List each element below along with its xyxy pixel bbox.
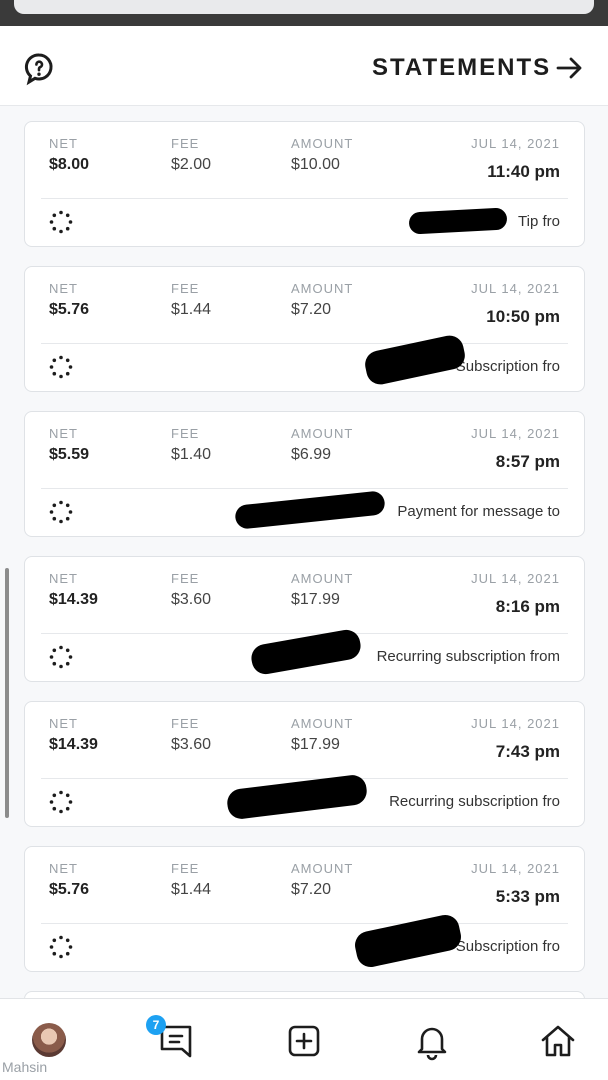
amount-label: AMOUNT (291, 426, 354, 441)
divider (41, 923, 568, 924)
fee-label: FEE (171, 136, 200, 151)
loading-spinner-icon (49, 790, 73, 814)
messages-badge: 7 (146, 1015, 166, 1035)
statement-date: JUL 14, 2021 (471, 136, 560, 151)
loading-spinner-icon (49, 355, 73, 379)
fee-label: FEE (171, 426, 200, 441)
net-label: NET (49, 571, 78, 586)
statement-time: 8:57 pm (495, 452, 560, 471)
loading-spinner-icon (49, 500, 73, 524)
statement-card[interactable]: NET FEE AMOUNT JUL 14, 2021 $5.59 $1.40 … (24, 411, 585, 537)
statement-time: 10:50 pm (486, 307, 560, 326)
net-label: NET (49, 426, 78, 441)
header: STATEMENTS (0, 26, 608, 106)
statement-description: Payment for message to (397, 503, 560, 520)
redaction-mark (362, 332, 468, 388)
statement-card[interactable] (24, 991, 585, 998)
amount-label: AMOUNT (291, 571, 354, 586)
net-label: NET (49, 281, 78, 296)
bell-icon[interactable] (410, 1019, 454, 1063)
redaction-mark (249, 627, 363, 677)
statement-card[interactable]: NET FEE AMOUNT JUL 14, 2021 $14.39 $3.60… (24, 556, 585, 682)
divider (41, 343, 568, 344)
redaction-mark (352, 912, 464, 970)
amount-label: AMOUNT (291, 861, 354, 876)
statement-date: JUL 14, 2021 (471, 861, 560, 876)
fee-label: FEE (171, 281, 200, 296)
net-value: $5.59 (49, 446, 90, 463)
statement-description: Recurring subscription from (376, 648, 560, 665)
fee-value: $1.44 (171, 301, 212, 318)
statement-description: Subscription fro (455, 938, 560, 955)
top-frame (0, 0, 608, 26)
statement-card[interactable]: NET FEE AMOUNT JUL 14, 2021 $5.76 $1.44 … (24, 846, 585, 972)
scrollbar[interactable] (5, 568, 9, 818)
redaction-mark (234, 490, 386, 530)
fee-value: $1.40 (171, 446, 212, 463)
redaction-mark (225, 773, 369, 821)
statement-card[interactable]: NET FEE AMOUNT JUL 14, 2021 $5.76 $1.44 … (24, 266, 585, 392)
net-value: $14.39 (49, 736, 98, 753)
amount-value: $17.99 (291, 736, 340, 753)
net-label: NET (49, 716, 78, 731)
statement-time: 8:16 pm (495, 597, 560, 616)
statement-date: JUL 14, 2021 (471, 716, 560, 731)
net-value: $5.76 (49, 301, 90, 318)
amount-value: $10.00 (291, 156, 340, 173)
amount-value: $17.99 (291, 591, 340, 608)
statement-date: JUL 14, 2021 (471, 426, 560, 441)
loading-spinner-icon (49, 935, 73, 959)
statement-description: Recurring subscription fro (389, 793, 560, 810)
bottom-nav: Mahsin 7 (0, 998, 608, 1080)
net-value: $8.00 (49, 156, 90, 173)
net-label: NET (49, 136, 78, 151)
fee-value: $3.60 (171, 736, 212, 753)
browser-bar (14, 0, 594, 14)
redaction-mark (408, 207, 508, 235)
net-value: $14.39 (49, 591, 98, 608)
statement-card[interactable]: NET FEE AMOUNT JUL 14, 2021 $8.00 $2.00 … (24, 121, 585, 247)
statement-date: JUL 14, 2021 (471, 571, 560, 586)
divider (41, 488, 568, 489)
loading-spinner-icon (49, 645, 73, 669)
fee-value: $3.60 (171, 591, 212, 608)
fee-value: $1.44 (171, 881, 212, 898)
statement-card[interactable]: NET FEE AMOUNT JUL 14, 2021 $14.39 $3.60… (24, 701, 585, 827)
nav-username: Mahsin (2, 1059, 48, 1075)
amount-label: AMOUNT (291, 716, 354, 731)
arrow-right-icon[interactable] (554, 52, 586, 84)
statement-description: Tip fro (518, 213, 560, 230)
fee-label: FEE (171, 861, 200, 876)
avatar[interactable] (32, 1023, 66, 1057)
amount-label: AMOUNT (291, 281, 354, 296)
statement-date: JUL 14, 2021 (471, 281, 560, 296)
net-label: NET (49, 861, 78, 876)
statement-description: Subscription fro (455, 358, 560, 375)
home-icon[interactable] (536, 1019, 580, 1063)
statement-time: 7:43 pm (495, 742, 560, 761)
loading-spinner-icon (49, 210, 73, 234)
statement-time: 5:33 pm (495, 887, 560, 906)
divider (41, 198, 568, 199)
page-title: STATEMENTS (372, 54, 552, 81)
fee-label: FEE (171, 571, 200, 586)
net-value: $5.76 (49, 881, 90, 898)
fee-value: $2.00 (171, 156, 212, 173)
divider (41, 633, 568, 634)
add-icon[interactable] (282, 1019, 326, 1063)
divider (41, 778, 568, 779)
amount-value: $7.20 (291, 301, 332, 318)
fee-label: FEE (171, 716, 200, 731)
question-icon[interactable] (22, 52, 56, 86)
amount-value: $6.99 (291, 446, 332, 463)
amount-label: AMOUNT (291, 136, 354, 151)
amount-value: $7.20 (291, 881, 332, 898)
statement-time: 11:40 pm (487, 162, 560, 181)
statements-list[interactable]: NET FEE AMOUNT JUL 14, 2021 $8.00 $2.00 … (0, 106, 608, 998)
